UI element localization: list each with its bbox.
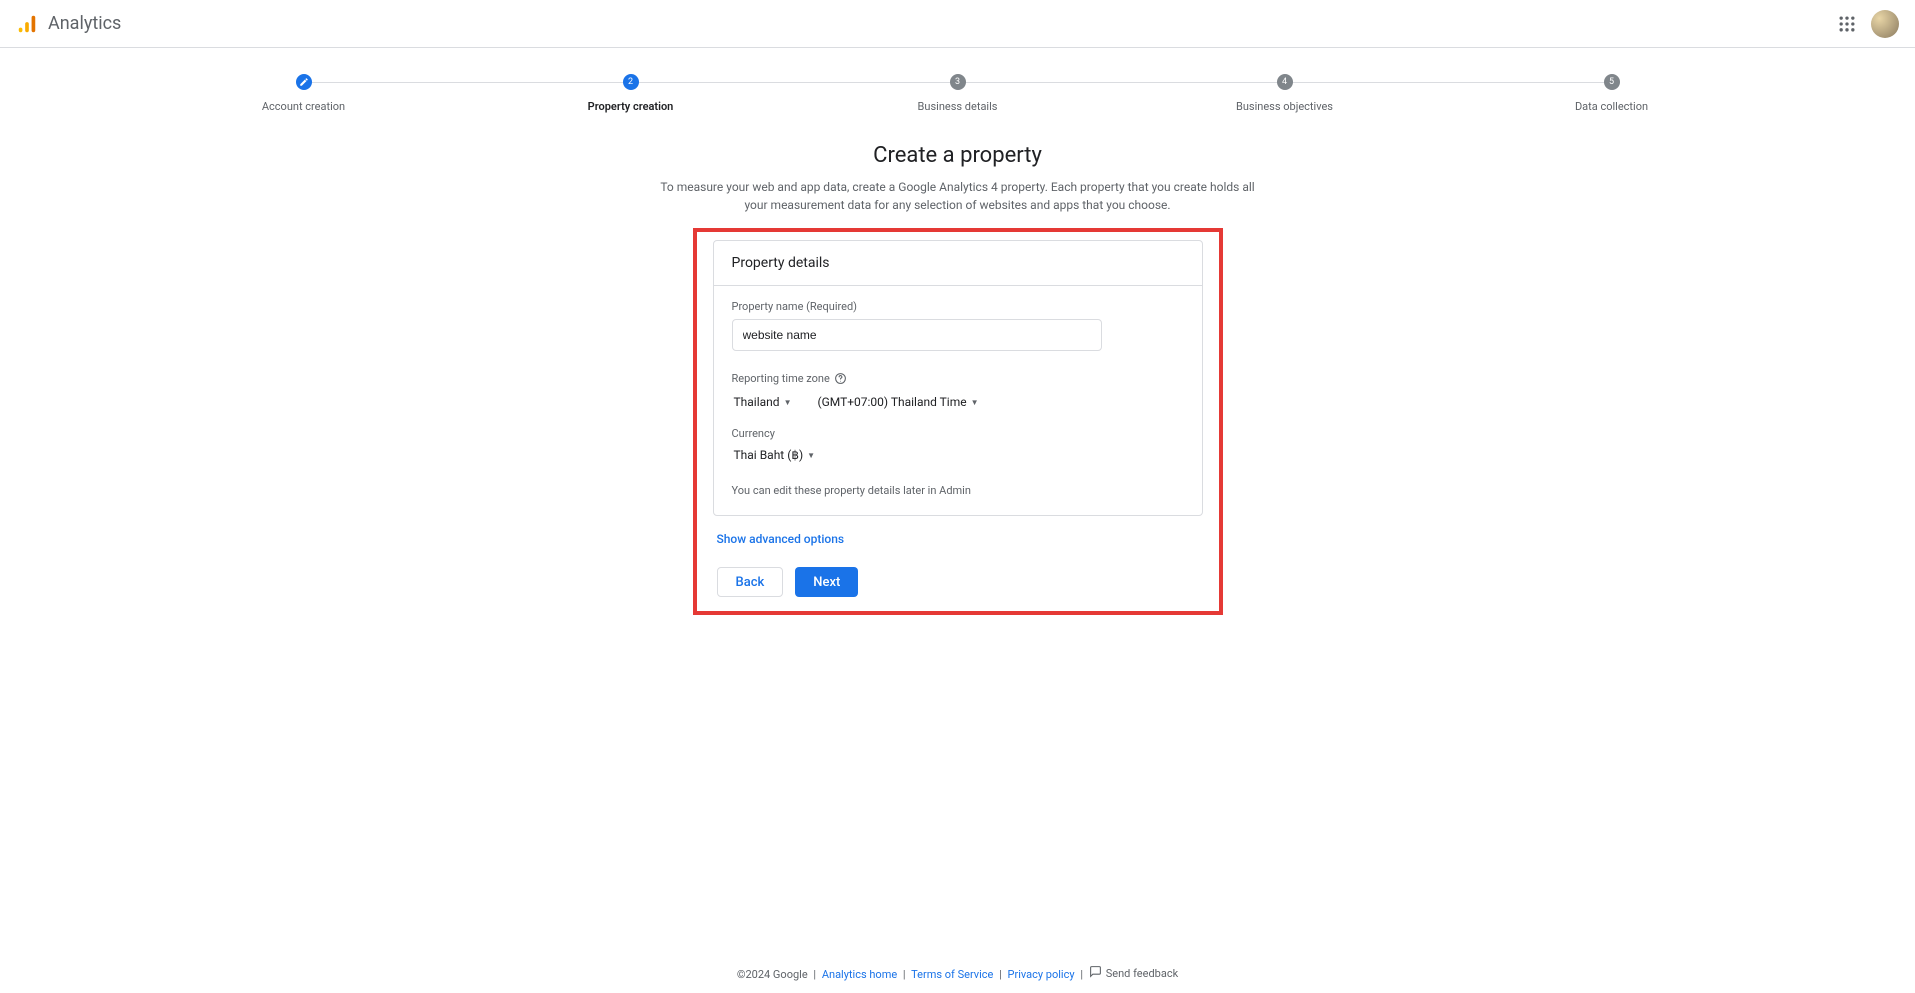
step-label: Account creation — [262, 100, 345, 113]
step-label: Business details — [918, 100, 998, 113]
timezone-field: Reporting time zone Thailand ▼ — [732, 371, 1184, 413]
user-avatar[interactable] — [1871, 10, 1899, 38]
page-subtitle: To measure your web and app data, create… — [658, 178, 1258, 214]
terms-link[interactable]: Terms of Service — [911, 968, 993, 981]
step-business-objectives[interactable]: 4 Business objectives — [1121, 74, 1448, 113]
card-body: Property name (Required) Reporting time … — [714, 286, 1202, 515]
copyright-text: ©2024 Google — [737, 968, 808, 981]
timezone-label: Reporting time zone — [732, 371, 1184, 385]
separator: | — [1080, 968, 1083, 981]
separator: | — [999, 968, 1002, 981]
step-business-details[interactable]: 3 Business details — [794, 74, 1121, 113]
step-data-collection[interactable]: 5 Data collection — [1448, 74, 1775, 113]
property-name-input[interactable] — [732, 319, 1102, 351]
app-header: Analytics — [0, 0, 1915, 48]
timezone-label-text: Reporting time zone — [732, 372, 830, 385]
timezone-country-value: Thailand — [734, 395, 780, 409]
step-pending-icon: 4 — [1277, 74, 1293, 90]
main-content: Create a property To measure your web an… — [0, 125, 1915, 953]
show-advanced-options-link[interactable]: Show advanced options — [713, 532, 845, 546]
step-label: Business objectives — [1236, 100, 1333, 113]
timezone-dropdowns: Thailand ▼ (GMT+07:00) Thailand Time ▼ — [732, 391, 1184, 413]
step-active-icon: 2 — [623, 74, 639, 90]
privacy-link[interactable]: Privacy policy — [1008, 968, 1075, 981]
help-icon[interactable] — [834, 371, 848, 385]
step-label: Property creation — [588, 100, 674, 113]
feedback-text: Send feedback — [1106, 967, 1178, 980]
chevron-down-icon: ▼ — [784, 398, 792, 407]
send-feedback-link[interactable]: Send feedback — [1089, 965, 1178, 981]
chevron-down-icon: ▼ — [807, 451, 815, 460]
separator: | — [903, 968, 906, 981]
timezone-offset-value: (GMT+07:00) Thailand Time — [817, 395, 966, 409]
card-header: Property details — [714, 241, 1202, 286]
app-title: Analytics — [48, 13, 121, 34]
step-account-creation[interactable]: Account creation — [140, 74, 467, 113]
back-button[interactable]: Back — [717, 567, 784, 597]
next-button[interactable]: Next — [795, 567, 858, 597]
property-details-card: Property details Property name (Required… — [713, 240, 1203, 516]
separator: | — [813, 968, 816, 981]
stepper: Account creation 2 Property creation 3 B… — [0, 48, 1915, 125]
edit-later-note: You can edit these property details late… — [732, 484, 1184, 497]
analytics-home-link[interactable]: Analytics home — [822, 968, 897, 981]
footer: ©2024 Google | Analytics home | Terms of… — [0, 953, 1915, 993]
header-left: Analytics — [16, 13, 121, 35]
step-pending-icon: 5 — [1604, 74, 1620, 90]
currency-field: Currency Thai Baht (฿) ▼ — [732, 427, 1184, 466]
button-row: Back Next — [713, 567, 1203, 597]
header-right — [1835, 10, 1899, 38]
property-name-field: Property name (Required) — [732, 300, 1184, 351]
step-pending-icon: 3 — [950, 74, 966, 90]
analytics-logo-icon — [16, 13, 38, 35]
chevron-down-icon: ▼ — [971, 398, 979, 407]
currency-label: Currency — [732, 427, 1184, 440]
feedback-icon — [1089, 965, 1102, 981]
apps-menu-icon[interactable] — [1835, 12, 1859, 36]
step-property-creation[interactable]: 2 Property creation — [467, 74, 794, 113]
page-title: Create a property — [0, 143, 1915, 168]
highlight-box: Property details Property name (Required… — [693, 228, 1223, 615]
currency-value: Thai Baht (฿) — [734, 448, 804, 462]
timezone-country-dropdown[interactable]: Thailand ▼ — [732, 391, 794, 413]
timezone-offset-dropdown[interactable]: (GMT+07:00) Thailand Time ▼ — [815, 391, 980, 413]
step-label: Data collection — [1575, 100, 1648, 113]
step-done-icon — [296, 74, 312, 90]
currency-dropdown[interactable]: Thai Baht (฿) ▼ — [732, 444, 818, 466]
property-name-label: Property name (Required) — [732, 300, 1184, 313]
